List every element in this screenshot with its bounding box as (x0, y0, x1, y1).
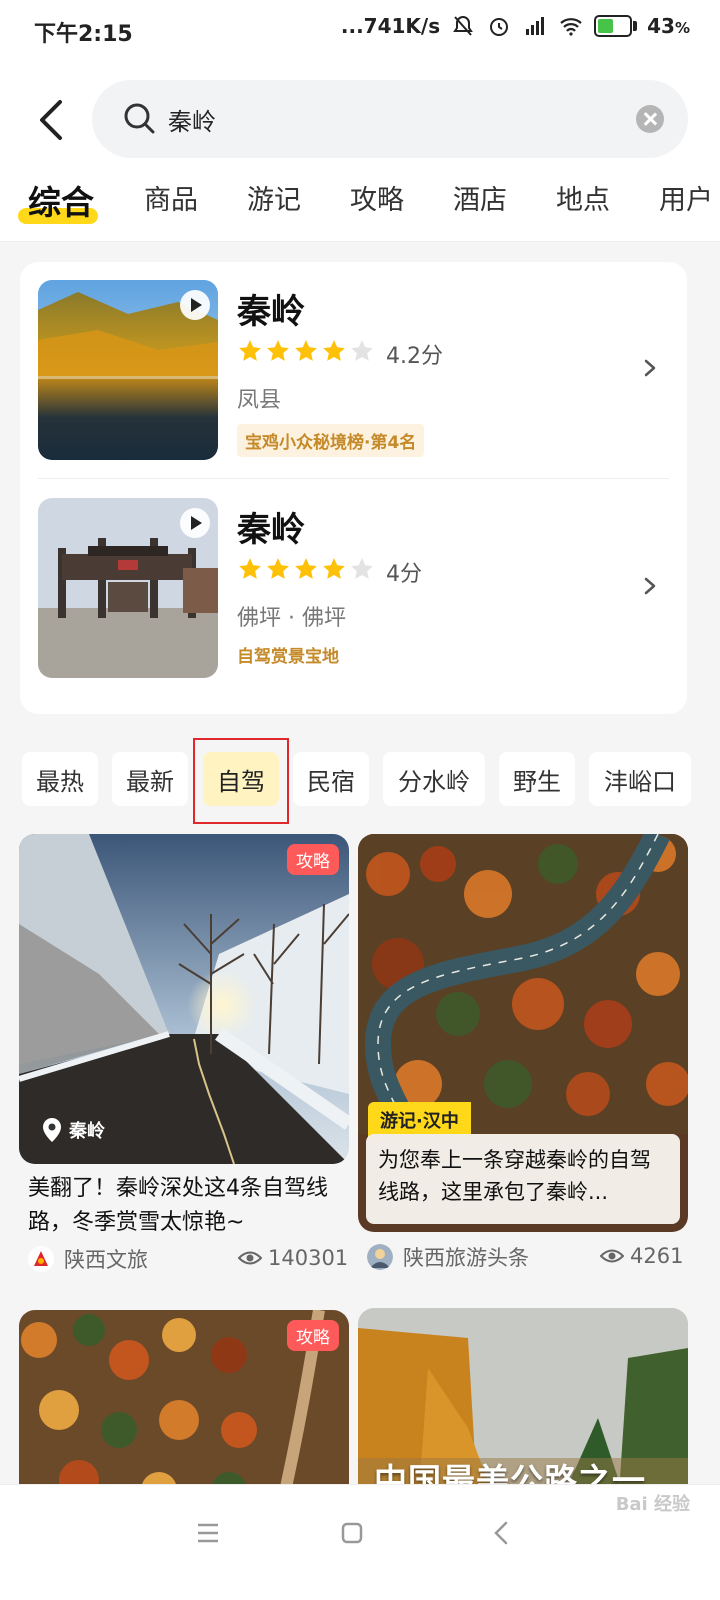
filter-hot[interactable]: 最热 (22, 752, 98, 806)
view-count: 4261 (600, 1244, 683, 1268)
star-icon (295, 558, 317, 579)
tab-hotel[interactable]: 酒店 (453, 178, 507, 217)
star-icon (295, 340, 317, 361)
signal-icon (526, 17, 545, 35)
filter-homestay[interactable]: 民宿 (293, 752, 369, 806)
wifi-icon (560, 18, 582, 36)
battery-icon (594, 15, 638, 37)
search-header: 秦岭 (0, 60, 720, 180)
poi-item[interactable]: 秦岭 4分 佛坪 · 佛坪 自驾赏景宝地 (20, 480, 687, 680)
rating-stars (237, 338, 375, 364)
filter-fengyukou[interactable]: 沣峪口 (589, 752, 691, 806)
tab-all[interactable]: 综合 (18, 176, 98, 224)
feed-card-image[interactable]: 中国最美公路之一 (358, 1308, 688, 1508)
status-bar: 下午2:15 ...741K/s 43% (0, 0, 720, 60)
search-input[interactable]: 秦岭 (92, 80, 688, 158)
location-pin-icon (43, 1118, 61, 1142)
mute-bell-icon (453, 15, 473, 36)
poi-location: 佛坪 · 佛坪 (237, 606, 346, 631)
star-icon (323, 340, 345, 361)
annotation-highlight-box (193, 738, 289, 824)
home-icon[interactable] (332, 1513, 372, 1553)
star-icon (267, 340, 289, 361)
autumn-road-image (358, 834, 688, 1139)
guide-tag: 攻略 (287, 844, 339, 875)
poi-name: 秦岭 (237, 292, 305, 332)
feed-card-image[interactable]: 攻略 (19, 1310, 349, 1510)
poi-thumbnail[interactable] (38, 498, 218, 678)
menu-icon[interactable] (188, 1513, 228, 1553)
filter-watershed[interactable]: 分水岭 (383, 752, 485, 806)
star-empty-icon (351, 340, 373, 361)
star-icon (239, 340, 261, 361)
tab-guide[interactable]: 攻略 (350, 178, 404, 217)
star-icon (239, 558, 261, 579)
play-icon (180, 290, 210, 320)
filter-chips: 最热 最新 自驾 民宿 分水岭 野生 沣峪口 (0, 752, 720, 812)
poi-score: 4.2分 (386, 344, 443, 369)
watermark: Bai 经验 (615, 1494, 690, 1515)
guide-tag: 攻略 (287, 1320, 339, 1351)
poi-item[interactable]: 秦岭 4.2分 凤县 宝鸡小众秘境榜·第4名 (20, 262, 687, 462)
tab-travelogue[interactable]: 游记 (247, 178, 301, 217)
alarm-icon (490, 18, 509, 36)
back-nav-icon[interactable] (482, 1513, 522, 1553)
card-title[interactable]: 为您奉上一条穿越秦岭的自驾线路，这里承包了秦岭... (366, 1134, 680, 1224)
author-avatar (367, 1244, 393, 1270)
author[interactable]: 陕西文旅 (28, 1244, 148, 1274)
battery-level: 43% (647, 14, 690, 38)
star-icon (323, 558, 345, 579)
search-icon (124, 103, 155, 134)
author[interactable]: 陕西旅游头条 (367, 1242, 529, 1272)
poi-location: 凤县 (237, 388, 282, 413)
travelogue-tag: 游记·汉中 (368, 1102, 471, 1138)
feed-card-image[interactable]: 游记·汉中 为您奉上一条穿越秦岭的自驾线路，这里承包了秦岭... (358, 834, 688, 1232)
feature-badge: 自驾赏景宝地 (237, 647, 339, 667)
tab-goods[interactable]: 商品 (144, 178, 198, 217)
feed-card-image[interactable]: 攻略 秦岭 (19, 834, 349, 1164)
author-avatar (28, 1246, 54, 1272)
poi-thumbnail[interactable] (38, 280, 218, 460)
status-icons: ...741K/s 43% (341, 14, 690, 38)
result-tabs: 综合 商品 游记 攻略 酒店 地点 用户 (0, 168, 720, 242)
filter-wild[interactable]: 野生 (499, 752, 575, 806)
tab-place[interactable]: 地点 (556, 178, 610, 217)
view-count: 140301 (238, 1246, 348, 1270)
snow-road-image (19, 834, 349, 1164)
system-nav-bar (0, 1484, 720, 1600)
eye-icon (238, 1251, 262, 1265)
star-icon (267, 558, 289, 579)
clear-icon[interactable] (636, 105, 664, 133)
filter-new[interactable]: 最新 (112, 752, 188, 806)
card-title[interactable]: 美翻了！秦岭深处这4条自驾线路，冬季赏雪太惊艳~ (28, 1172, 346, 1240)
chevron-right-icon (644, 359, 656, 377)
chevron-right-icon (644, 577, 656, 595)
rating-stars (237, 556, 375, 582)
eye-icon (600, 1249, 624, 1263)
back-button[interactable] (34, 96, 70, 144)
poi-card: 秦岭 4.2分 凤县 宝鸡小众秘境榜·第4名 秦岭 4分 佛坪 · 佛坪 自驾赏… (20, 262, 687, 714)
net-speed: ...741K/s (340, 14, 441, 38)
status-time: 下午2:15 (34, 22, 133, 47)
tab-user[interactable]: 用户 (659, 178, 713, 217)
poi-name: 秦岭 (237, 510, 305, 550)
star-empty-icon (351, 558, 373, 579)
play-icon (180, 508, 210, 538)
search-query: 秦岭 (168, 108, 216, 136)
poi-score: 4分 (386, 562, 422, 587)
location-label: 秦岭 (41, 1117, 105, 1143)
ranking-badge: 宝鸡小众秘境榜·第4名 (237, 424, 425, 457)
divider (38, 478, 669, 479)
